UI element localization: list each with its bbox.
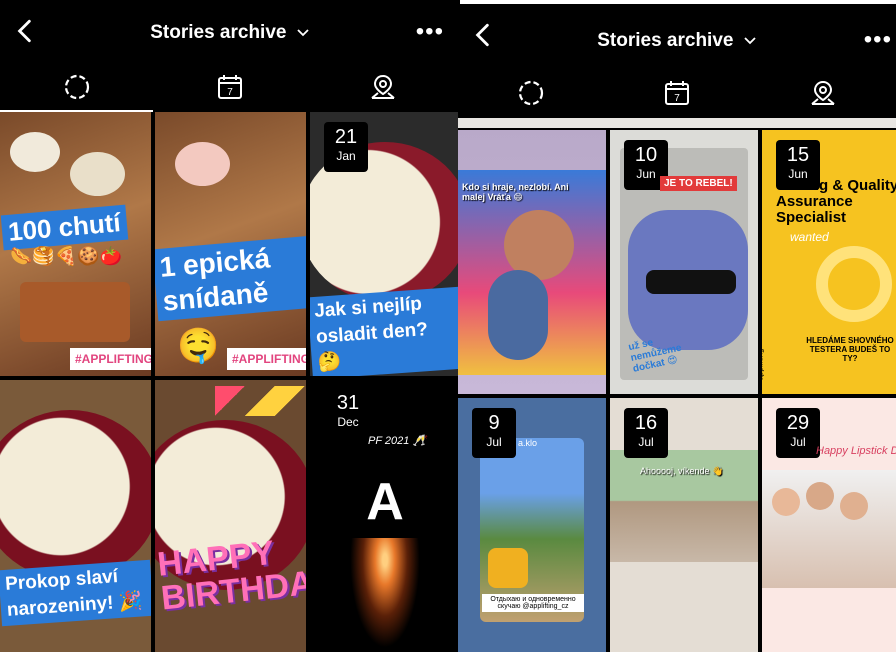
page-title: Stories archive — [150, 22, 287, 43]
chevron-down-icon — [744, 37, 756, 45]
top-bar: Stories archive ••• — [458, 4, 896, 66]
archive-dropdown[interactable]: Stories archive — [0, 22, 460, 44]
face-emoji: 🤤 — [177, 327, 220, 365]
story-caption: 1 epická snídaně — [155, 234, 306, 322]
top-text: JE TO REBEL! — [660, 176, 737, 191]
svg-text:7: 7 — [227, 87, 233, 98]
cake-image — [0, 410, 151, 580]
story-thumbnail[interactable]: 16 Jul Ahooooj, víkende 👋 — [610, 398, 758, 652]
story-thumbnail[interactable]: 100 chutí 🌭🥞🍕🍪🍅 #APPLIFTING — [0, 112, 151, 376]
applifting-logo: A — [366, 473, 404, 531]
job-headline: Testing & Quality Assurance Specialist — [776, 177, 896, 226]
calendar-icon: 7 — [217, 75, 242, 99]
food-plate — [10, 132, 60, 172]
story-emoji: 🌭🥞🍕🍪🍅 — [10, 246, 123, 266]
party-flags-icon — [215, 386, 305, 416]
story-thumbnail[interactable]: 29 Jul Happy Lipstick Day 💄 — [762, 398, 896, 652]
date-badge: 31 Dec — [326, 388, 370, 438]
story-caption: HLEDÁME SHOVNÉHO TESTERA BUDEŠ TO TY? — [806, 336, 894, 363]
group-member — [806, 482, 834, 510]
story-caption: HAPPY BIRTHDAY! — [155, 533, 306, 618]
handle-text: a.klo — [518, 438, 538, 448]
svg-text:7: 7 — [674, 93, 680, 104]
more-options-icon[interactable]: ••• — [416, 18, 444, 46]
archive-tabs: 7 — [0, 64, 460, 112]
job-subtitle: wanted — [790, 230, 829, 244]
story-caption: Happy Lipstick Day 💄 — [816, 445, 896, 457]
stories-archive-icon — [518, 80, 544, 106]
food-plate — [70, 152, 125, 196]
group-member — [840, 492, 868, 520]
page-title: Stories archive — [597, 30, 734, 51]
more-options-icon[interactable]: ••• — [864, 26, 892, 54]
archive-tabs: 7 — [458, 70, 896, 116]
sparkler-image — [350, 538, 420, 648]
magnifier-icon — [816, 246, 892, 322]
brand-label: applifting — [762, 348, 765, 381]
left-screen: Stories archive ••• 7 100 chutí 🌭🥞🍕🍪🍅 #A… — [0, 0, 460, 652]
group-member — [772, 488, 800, 516]
tab-stories[interactable] — [0, 64, 154, 112]
tab-calendar[interactable]: 7 — [604, 70, 750, 116]
story-thumbnail[interactable]: 15 Jun Testing & Quality Assurance Speci… — [762, 130, 896, 394]
location-pin-icon — [371, 74, 395, 99]
tab-map[interactable] — [307, 64, 460, 110]
chevron-down-icon — [297, 29, 309, 37]
date-badge: 9 Jul — [472, 408, 516, 458]
story-thumbnail[interactable]: Prokop slaví narozeniny! 🎉 — [0, 380, 151, 652]
food-tray — [20, 282, 130, 342]
right-screen: Stories archive ••• 7 Kdo si hraje, nezl… — [458, 4, 896, 652]
story-caption: Kdo si hraje, nezlobí. Ani malej Vráťa 😄 — [462, 182, 569, 202]
stories-grid: Kdo si hraje, nezlobí. Ani malej Vráťa 😄… — [458, 118, 896, 652]
story-thumbnail[interactable]: a.klo 9 Jul Отдыхаю и одновременно скуча… — [458, 398, 606, 652]
food-plate — [175, 142, 230, 186]
story-thumbnail[interactable]: Kdo si hraje, nezlobí. Ani malej Vráťa 😄 — [458, 130, 606, 394]
story-thumbnail[interactable]: 10 Jun JE TO REBEL! už se nemůžeme dočka… — [610, 130, 758, 394]
sunglasses — [646, 270, 736, 294]
hashtag-sticker: #APPLIFTING — [227, 348, 306, 370]
calendar-icon: 7 — [665, 81, 689, 105]
story-caption: Jak si nejlíp osladit den? 🤔 — [310, 286, 460, 376]
story-thumbnail[interactable]: HAPPY BIRTHDAY! — [155, 380, 306, 652]
story-caption: Ahooooj, víkende 👋 — [640, 466, 724, 476]
story-thumbnail[interactable]: 1 epická snídaně 🤤 #APPLIFTING — [155, 112, 306, 376]
story-caption: Отдыхаю и одновременно скучаю @appliftin… — [482, 594, 584, 612]
date-badge: 29 Jul — [776, 408, 820, 458]
date-badge: 21 Jan — [324, 122, 368, 172]
previous-row-strip — [458, 118, 896, 128]
date-badge: 16 Jul — [624, 408, 668, 458]
story-caption: PF 2021 🥂 — [368, 435, 427, 447]
mug-icon — [488, 548, 528, 588]
location-pin-icon — [811, 80, 835, 105]
top-bar: Stories archive ••• — [0, 0, 460, 62]
story-thumbnail[interactable]: 21 Jan Jak si nejlíp osladit den? 🤔 — [310, 112, 460, 376]
story-caption: Prokop slaví narozeniny! 🎉 — [0, 559, 151, 627]
child-figure — [488, 270, 548, 360]
hashtag-sticker: #APPLIFTING — [70, 348, 151, 370]
archive-dropdown[interactable]: Stories archive — [458, 30, 896, 52]
tab-stories[interactable] — [458, 70, 604, 116]
stories-grid: 100 chutí 🌭🥞🍕🍪🍅 #APPLIFTING 1 epická sní… — [0, 112, 460, 652]
stories-archive-icon — [64, 74, 89, 100]
story-thumbnail[interactable]: 31 Dec PF 2021 🥂 A — [310, 380, 460, 652]
tab-calendar[interactable]: 7 — [153, 64, 306, 110]
tab-map[interactable] — [750, 70, 896, 116]
